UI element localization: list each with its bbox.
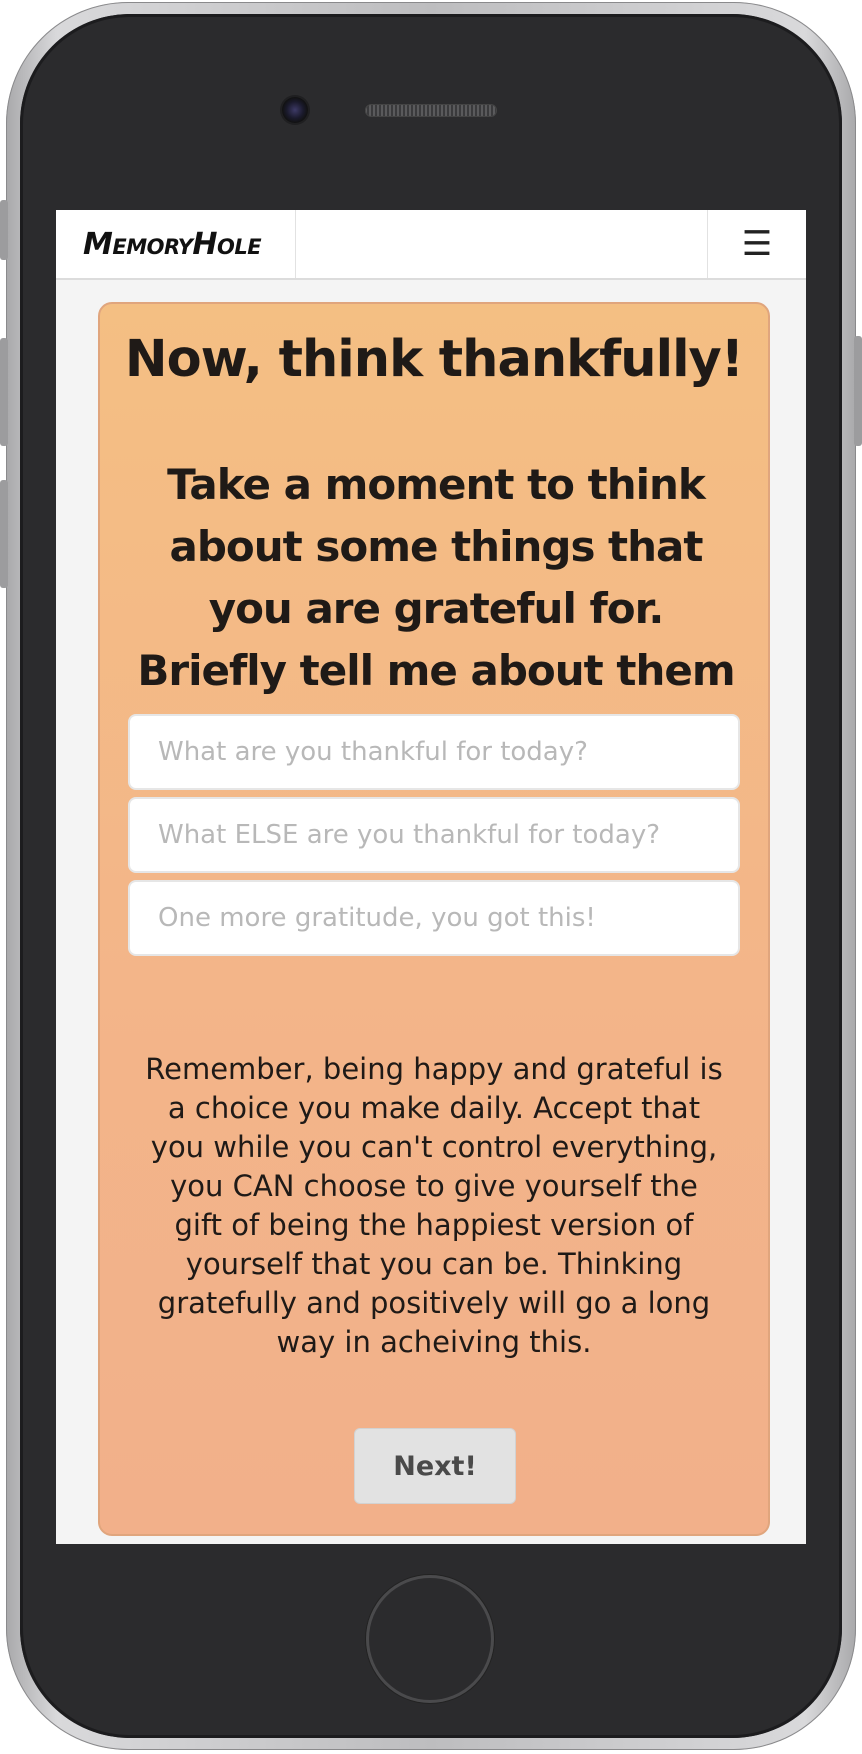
page-title: Now, think thankfully! <box>124 330 744 389</box>
gratitude-input-1[interactable] <box>128 714 740 790</box>
device-frame: MemoryHole ☰ Now, think thankfully! Take… <box>0 0 862 1754</box>
volume-down-button <box>0 480 8 588</box>
hamburger-icon: ☰ <box>741 225 773 263</box>
navbar: MemoryHole ☰ <box>56 210 806 280</box>
home-button[interactable] <box>366 1575 494 1703</box>
gratitude-input-3[interactable] <box>128 880 740 956</box>
next-button[interactable]: Next! <box>354 1428 516 1504</box>
gratitude-card: Now, think thankfully! Take a moment to … <box>98 302 770 1536</box>
gratitude-input-2[interactable] <box>128 797 740 873</box>
menu-button[interactable]: ☰ <box>707 210 806 278</box>
brand-logo[interactable]: MemoryHole <box>56 210 296 278</box>
earpiece-speaker <box>365 104 497 117</box>
front-camera <box>282 97 308 123</box>
volume-up-button <box>0 338 8 446</box>
mute-switch <box>0 200 8 260</box>
power-button <box>854 336 862 446</box>
reminder-text: Remember, being happy and grateful is a … <box>145 1052 723 1359</box>
screen: MemoryHole ☰ Now, think thankfully! Take… <box>56 210 806 1544</box>
